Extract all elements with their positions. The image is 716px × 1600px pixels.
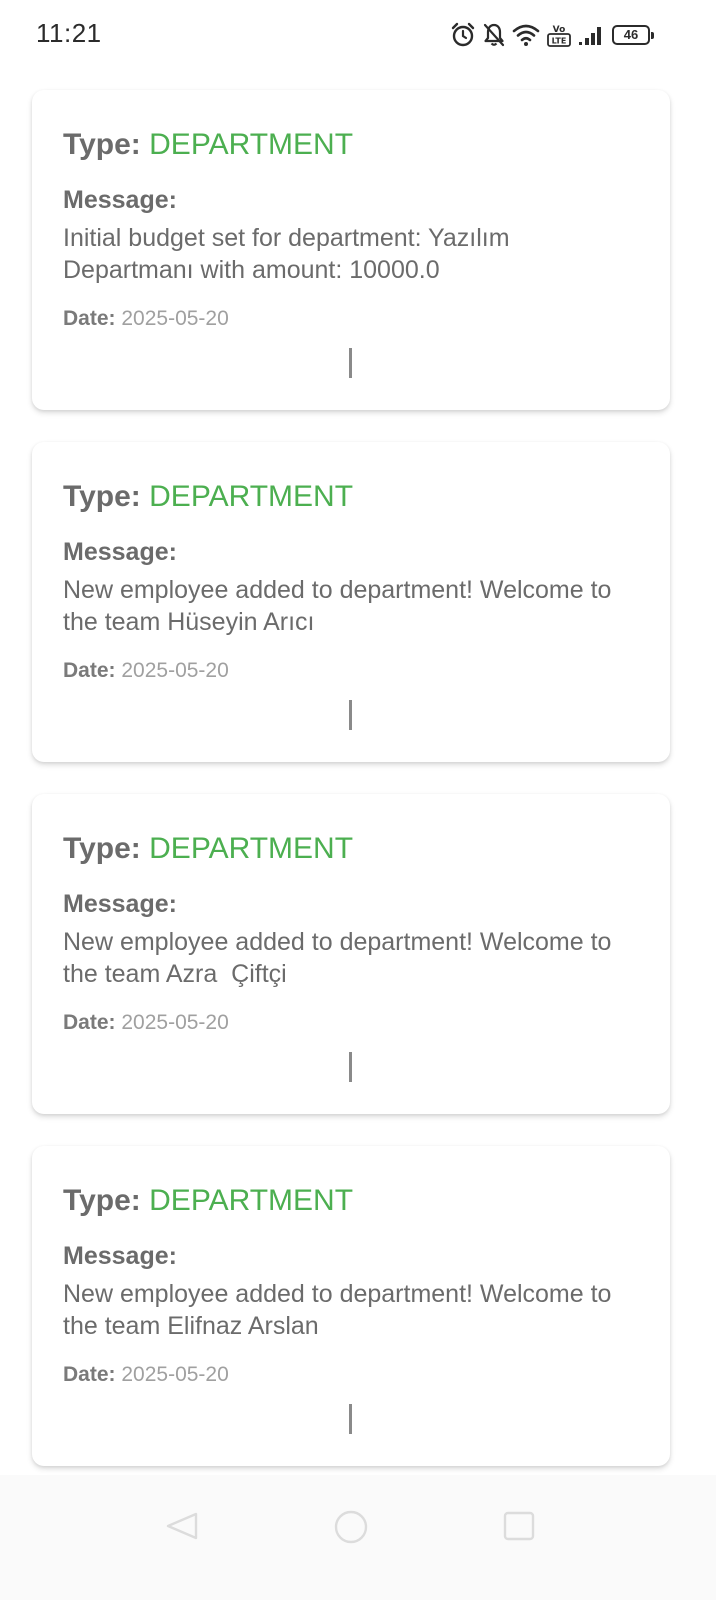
card-divider: [349, 348, 352, 378]
date-label: Date:: [63, 1363, 116, 1386]
type-value: DEPARTMENT: [149, 480, 354, 513]
home-icon[interactable]: [333, 1510, 369, 1549]
notification-list[interactable]: Type: DEPARTMENT Message: Initial budget…: [0, 0, 716, 1475]
card-type: Type: DEPARTMENT: [63, 832, 353, 866]
type-label: Type:: [63, 832, 141, 865]
type-label: Type:: [63, 480, 141, 513]
card-divider: [349, 700, 352, 730]
message-label: Message:: [63, 538, 177, 566]
type-value: DEPARTMENT: [149, 128, 354, 161]
message-label: Message:: [63, 1242, 177, 1270]
date-value: 2025-05-20: [121, 659, 229, 682]
date-value: 2025-05-20: [121, 1011, 229, 1034]
card-type: Type: DEPARTMENT: [63, 1184, 353, 1218]
navigation-bar: [0, 1475, 716, 1600]
card-type: Type: DEPARTMENT: [63, 128, 353, 162]
card-divider: [349, 1404, 352, 1434]
message-label: Message:: [63, 890, 177, 918]
message-text: New employee added to department! Welcom…: [63, 1280, 612, 1340]
card-date: Date: 2025-05-20: [63, 307, 229, 331]
message-label: Message:: [63, 186, 177, 214]
card-date: Date: 2025-05-20: [63, 1363, 229, 1387]
date-value: 2025-05-20: [121, 1363, 229, 1386]
message-text: Initial budget set for department: Yazıl…: [63, 224, 510, 284]
date-value: 2025-05-20: [121, 307, 229, 330]
type-label: Type:: [63, 1184, 141, 1217]
notification-card[interactable]: Type: DEPARTMENT Message: New employee a…: [32, 794, 670, 1114]
card-date: Date: 2025-05-20: [63, 659, 229, 683]
date-label: Date:: [63, 1011, 116, 1034]
notification-card[interactable]: Type: DEPARTMENT Message: New employee a…: [32, 442, 670, 762]
type-value: DEPARTMENT: [149, 1184, 354, 1217]
card-type: Type: DEPARTMENT: [63, 480, 353, 514]
type-value: DEPARTMENT: [149, 832, 354, 865]
recents-icon[interactable]: [502, 1510, 536, 1547]
back-icon[interactable]: [164, 1510, 200, 1547]
notification-card[interactable]: Type: DEPARTMENT Message: Initial budget…: [32, 90, 670, 410]
notification-card[interactable]: Type: DEPARTMENT Message: New employee a…: [32, 1146, 670, 1466]
date-label: Date:: [63, 659, 116, 682]
card-date: Date: 2025-05-20: [63, 1011, 229, 1035]
date-label: Date:: [63, 307, 116, 330]
message-text: New employee added to department! Welcom…: [63, 928, 619, 988]
card-divider: [349, 1052, 352, 1082]
type-label: Type:: [63, 128, 141, 161]
message-text: New employee added to department! Welcom…: [63, 576, 612, 636]
